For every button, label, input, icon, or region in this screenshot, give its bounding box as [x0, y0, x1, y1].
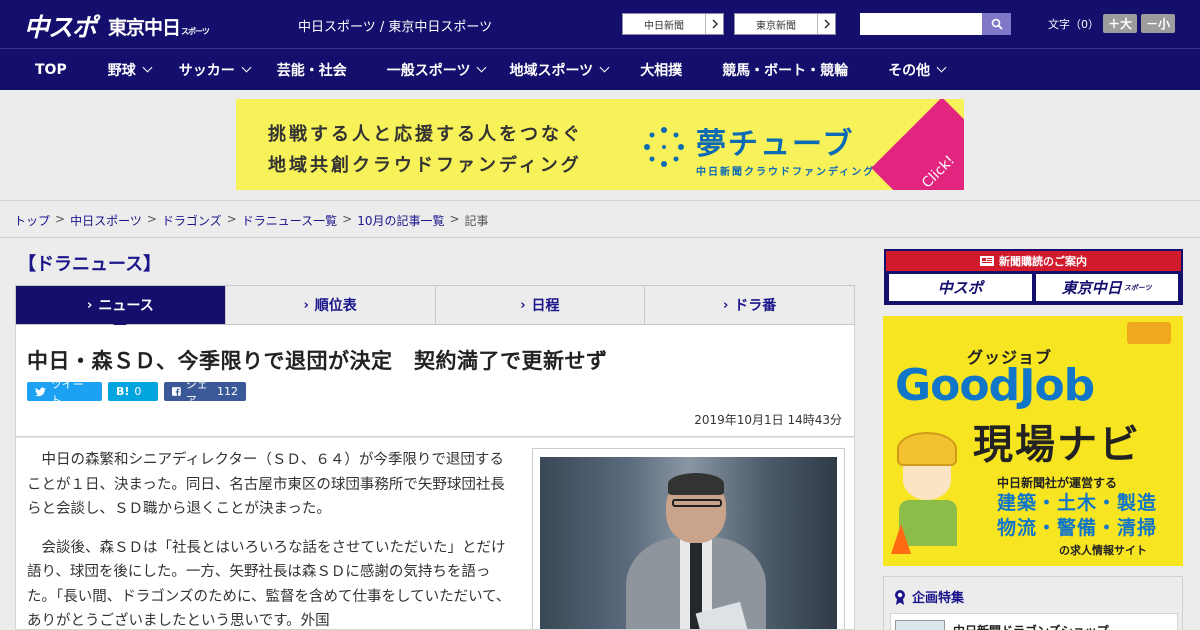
chuspo-logo[interactable]: 中スポ [24, 8, 97, 44]
chevron-right-icon: › [520, 297, 526, 313]
nav-item-other[interactable]: その他 [888, 49, 947, 90]
nav-item-soccer[interactable]: サッカー [179, 49, 252, 90]
newspaper-icon [980, 256, 994, 266]
tweet-button[interactable]: ツイート [27, 378, 102, 407]
search-input[interactable] [860, 13, 982, 35]
ad-brand: 夢チューブ 中日新聞クラウドファンディング [696, 127, 876, 178]
subscribe-tokyo-chunichi-button[interactable]: 東京中日 スポーツ [1035, 274, 1178, 301]
nav-item-top[interactable]: TOP [35, 49, 67, 90]
tokyo-shimbun-button[interactable]: 東京新聞 [734, 13, 836, 35]
ad-logo-dots-icon [644, 127, 684, 167]
breadcrumb-top[interactable]: トップ [14, 212, 50, 229]
search-icon [991, 18, 1003, 30]
breadcrumb-bar: トップ > 中日スポーツ > ドラゴンズ > ドラニュース一覧 > 10月の記事一覧 > … [0, 200, 1200, 238]
feature-box: 企画特集 中日新聞ドラゴンズショップ [883, 576, 1183, 630]
ad-click-corner [871, 99, 964, 190]
nav-item-general-sports[interactable]: 一般スポーツ [387, 49, 487, 90]
nav-item-local-sports[interactable]: 地域スポーツ [509, 49, 610, 90]
ad-copy: 挑戦する人と応援する人をつなぐ 地域共創クラウドファンディング [268, 124, 583, 176]
chevron-down-icon [599, 62, 610, 73]
chevron-down-icon [936, 62, 947, 73]
font-size-label: 文字（0） [1048, 17, 1099, 31]
feature-title: 企画特集 [894, 587, 964, 606]
truck-icon [1127, 322, 1171, 344]
article-photo-frame [532, 448, 845, 629]
feature-thumbnail [895, 620, 945, 630]
tab-schedule[interactable]: › 日程 [434, 286, 645, 324]
breadcrumb: トップ > 中日スポーツ > ドラゴンズ > ドラニュース一覧 > 10月の記事一覧 > … [14, 212, 489, 229]
nav-item-baseball[interactable]: 野球 [108, 49, 153, 90]
breadcrumb-chunichi-sports[interactable]: 中日スポーツ [70, 212, 142, 229]
site-links[interactable]: 中日スポーツ / 東京中日スポーツ [298, 16, 492, 35]
subscribe-chuspo-button[interactable]: 中スポ [889, 274, 1032, 301]
tab-standings[interactable]: › 順位表 [224, 286, 435, 324]
main-nav: TOP 野球 サッカー 芸能・社会 一般スポーツ 地域スポーツ 大相撲 競馬・ボ… [0, 48, 1200, 90]
hatena-icon: B! [116, 385, 130, 398]
goodjob-ad[interactable]: グッジョブ GoodJob 現場ナビ 中日新聞社が運営する 建築・土木・製造 物… [883, 316, 1183, 566]
nav-item-entertainment[interactable]: 芸能・社会 [277, 49, 347, 90]
tokyo-chunichi-logo[interactable]: 東京中日スポーツ [108, 13, 210, 40]
article-body: 中日の森繁和シニアディレクター（ＳＤ、６４）が今季限りで退団することが１日、決ま… [15, 437, 855, 630]
facebook-share-button[interactable]: シェア 112 [164, 378, 246, 407]
chevron-down-icon [241, 62, 252, 73]
section-title: 【ドラニュース】 [18, 254, 162, 275]
chunichi-shimbun-button[interactable]: 中日新聞 [622, 13, 724, 35]
feature-item[interactable]: 中日新聞ドラゴンズショップ [890, 613, 1178, 630]
breadcrumb-current: 記事 [464, 214, 489, 228]
chevron-right-icon: › [722, 297, 729, 313]
subscription-box: 新聞購読のご案内 中スポ 東京中日 スポーツ [884, 249, 1183, 305]
font-smaller-button[interactable]: －小 [1141, 14, 1176, 33]
breadcrumb-dra-news-list[interactable]: ドラニュース一覧 [242, 212, 337, 229]
font-bigger-button[interactable]: ＋大 [1103, 14, 1138, 33]
ribbon-badge-icon [895, 589, 905, 605]
nav-item-racing[interactable]: 競馬・ボート・競輪 [722, 49, 848, 90]
chevron-down-icon [142, 62, 153, 73]
hatena-bookmark-button[interactable]: B! 0 [108, 382, 158, 401]
facebook-icon [172, 387, 181, 396]
breadcrumb-dragons[interactable]: ドラゴンズ [162, 212, 222, 229]
tab-dra-ban[interactable]: › ドラ番 [644, 286, 854, 324]
crowdfunding-ad-banner[interactable]: 挑戦する人と応援する人をつなぐ 地域共創クラウドファンディング 夢チューブ 中日… [236, 99, 964, 190]
article-headline: 中日・森ＳＤ、今季限りで退団が決定 契約満了で更新せず [27, 349, 608, 373]
article-paragraph: 中日の森繁和シニアディレクター（ＳＤ、６４）が今季限りで退団することが１日、決ま… [27, 452, 505, 517]
chevron-right-icon [817, 14, 835, 34]
article-text: 中日の森繁和シニアディレクター（ＳＤ、６４）が今季限りで退団することが１日、決ま… [27, 448, 512, 630]
traffic-cone-icon [891, 524, 911, 554]
font-size-control: 文字（0） ＋大 －小 [1048, 14, 1176, 33]
share-buttons: ツイート B! 0 シェア 112 [27, 378, 246, 407]
twitter-icon [35, 387, 46, 396]
site-logo[interactable]: 中スポ 東京中日スポーツ [24, 8, 210, 44]
nav-item-sumo[interactable]: 大相撲 [640, 49, 682, 90]
breadcrumb-october-list[interactable]: 10月の記事一覧 [357, 212, 444, 229]
subscription-header: 新聞購読のご案内 [886, 251, 1181, 271]
article-date: 2019年10月1日 14時43分 [694, 413, 842, 427]
tab-news[interactable]: › ニュース [16, 286, 225, 331]
chevron-down-icon [477, 62, 487, 73]
article-header: 中日・森ＳＤ、今季限りで退団が決定 契約満了で更新せず ツイート B! 0 シェ… [15, 325, 855, 437]
dragons-tabs: › ニュース › 順位表 › 日程 › ドラ番 [15, 285, 855, 331]
chevron-right-icon: › [303, 297, 309, 313]
chevron-right-icon: › [87, 297, 93, 313]
chevron-right-icon [705, 14, 723, 34]
top-header: 中スポ 東京中日スポーツ 中日スポーツ / 東京中日スポーツ 中日新聞 東京新聞… [0, 0, 1200, 48]
search-button[interactable] [982, 13, 1011, 35]
article-paragraph: 会談後、森ＳＤは「社長とはいろいろな話をさせていただいた」とだけ語り、球団を後に… [27, 539, 511, 630]
article-photo[interactable] [540, 457, 837, 629]
